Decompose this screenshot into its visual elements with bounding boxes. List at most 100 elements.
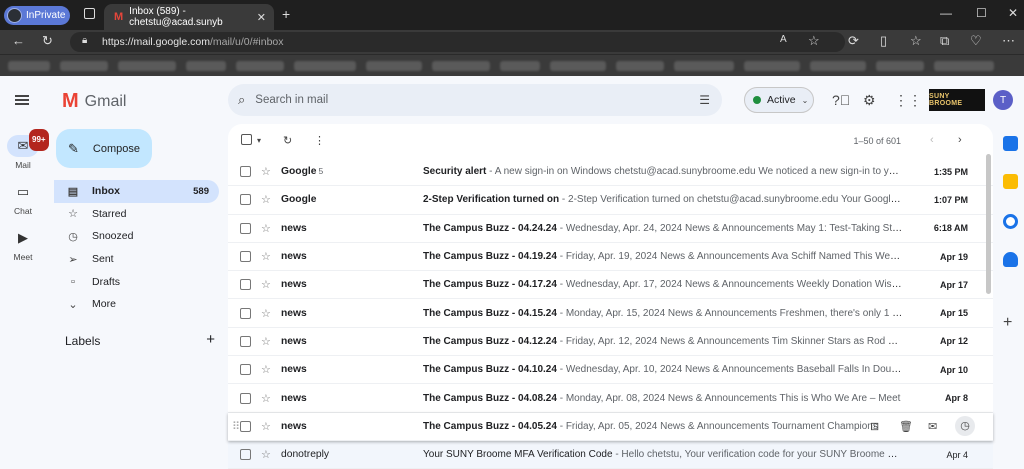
- favorite-item[interactable]: [432, 61, 490, 71]
- email-row[interactable]: ☆ news The Campus Buzz - 04.24.24 - Wednes…: [228, 214, 993, 243]
- delete-icon[interactable]: 🗑︎: [899, 420, 913, 433]
- row-checkbox[interactable]: [240, 449, 251, 461]
- nav-sent[interactable]: ➢ Sent: [54, 248, 219, 271]
- favorite-item[interactable]: [294, 61, 356, 71]
- search-bar[interactable]: ⌕ Search in mail ☰: [228, 84, 722, 116]
- more-actions-icon[interactable]: ⋮: [314, 134, 325, 147]
- lock-icon[interactable]: 🔒︎: [82, 35, 87, 46]
- email-row[interactable]: ☆ news The Campus Buzz - 04.08.24 - Monday…: [228, 384, 993, 413]
- extensions-icon[interactable]: ⟳: [848, 33, 859, 49]
- row-checkbox[interactable]: [240, 335, 251, 347]
- collections-icon[interactable]: ⧉: [940, 33, 949, 49]
- star-icon[interactable]: ☆: [261, 250, 271, 263]
- snooze-icon[interactable]: ◷: [955, 416, 975, 437]
- favorite-item[interactable]: [186, 61, 226, 71]
- nav-starred[interactable]: ☆ Starred: [54, 203, 219, 226]
- nav-more[interactable]: ⌄ More: [54, 293, 219, 316]
- archive-icon[interactable]: ⊡: [870, 420, 879, 433]
- main-menu-icon[interactable]: [15, 95, 29, 105]
- refresh-icon[interactable]: ↻: [42, 33, 53, 49]
- newer-icon[interactable]: ‹: [930, 134, 934, 146]
- row-checkbox[interactable]: [240, 166, 251, 178]
- help-icon[interactable]: ?⃝: [832, 92, 850, 108]
- email-row[interactable]: ☆ Google 2-Step Verification turned on - 2…: [228, 186, 993, 215]
- performance-icon[interactable]: ♡: [970, 33, 982, 49]
- inprivate-badge[interactable]: InPrivate: [4, 6, 70, 25]
- settings-gear-icon[interactable]: ⚙: [863, 92, 876, 109]
- row-checkbox[interactable]: [240, 222, 251, 234]
- star-icon[interactable]: ☆: [261, 278, 271, 291]
- organization-logo[interactable]: SUNY BROOME: [929, 89, 985, 111]
- favorite-item[interactable]: [366, 61, 422, 71]
- select-menu-icon[interactable]: ▾: [257, 136, 261, 145]
- url-field[interactable]: https://mail.google.com/mail/u/0/#inbox: [70, 32, 845, 52]
- account-avatar[interactable]: T: [993, 90, 1013, 110]
- row-checkbox[interactable]: [240, 364, 251, 376]
- star-icon[interactable]: ☆: [261, 420, 271, 433]
- rail-meet[interactable]: ▶ Meet: [0, 227, 46, 262]
- star-icon[interactable]: ☆: [261, 448, 271, 461]
- star-icon[interactable]: ☆: [261, 335, 271, 348]
- favorite-item[interactable]: [118, 61, 176, 71]
- split-screen-icon[interactable]: ▯: [880, 33, 887, 49]
- star-icon[interactable]: ☆: [261, 165, 271, 178]
- email-row[interactable]: ☆ news The Campus Buzz - 04.10.24 - Wednes…: [228, 356, 993, 385]
- older-icon[interactable]: ›: [958, 134, 962, 146]
- tasks-icon[interactable]: [1003, 214, 1018, 229]
- search-options-icon[interactable]: ☰: [699, 93, 710, 107]
- favorite-item[interactable]: [744, 61, 800, 71]
- email-row[interactable]: ☆ news The Campus Buzz - 04.17.24 - Wednes…: [228, 271, 993, 300]
- compose-button[interactable]: ✎ Compose: [56, 129, 152, 168]
- menu-dots-icon[interactable]: ⋯: [1002, 33, 1015, 49]
- star-icon[interactable]: ☆: [261, 307, 271, 320]
- mark-read-icon[interactable]: ✉: [928, 420, 937, 433]
- star-icon[interactable]: ☆: [261, 392, 271, 405]
- read-aloud-icon[interactable]: A: [780, 34, 787, 45]
- close-tab-icon[interactable]: ✕: [257, 11, 266, 24]
- minimize-icon[interactable]: —: [940, 6, 952, 20]
- favorite-item[interactable]: [876, 61, 924, 71]
- nav-snoozed[interactable]: ◷ Snoozed: [54, 225, 219, 248]
- nav-drafts[interactable]: ▫ Drafts: [54, 270, 219, 293]
- close-window-icon[interactable]: ✕: [1008, 6, 1018, 20]
- add-label-icon[interactable]: +: [206, 332, 215, 348]
- contacts-icon[interactable]: [1003, 252, 1018, 267]
- new-tab-icon[interactable]: +: [282, 6, 290, 22]
- star-icon[interactable]: ☆: [261, 193, 271, 206]
- favorites-icon[interactable]: ☆: [910, 33, 922, 49]
- email-row[interactable]: ☆ Google 5 Security alert - A new sign-in o…: [228, 158, 993, 187]
- email-row[interactable]: ☆ news The Campus Buzz - 04.05.24 - Friday…: [228, 412, 993, 441]
- email-row[interactable]: ☆ news The Campus Buzz - 04.12.24 - Friday…: [228, 327, 993, 357]
- row-checkbox[interactable]: [240, 279, 251, 291]
- rail-chat[interactable]: ▭ Chat: [0, 181, 46, 216]
- add-addon-icon[interactable]: +: [1003, 314, 1012, 332]
- favorite-item[interactable]: [500, 61, 540, 71]
- favorite-item[interactable]: [674, 61, 734, 71]
- back-icon[interactable]: ←: [12, 33, 25, 48]
- row-checkbox[interactable]: [240, 420, 251, 432]
- favorite-item[interactable]: [810, 61, 866, 71]
- email-row[interactable]: ☆ news The Campus Buzz - 04.15.24 - Monday…: [228, 299, 993, 328]
- row-checkbox[interactable]: [240, 392, 251, 404]
- favorite-item[interactable]: [934, 61, 994, 71]
- keep-icon[interactable]: [1003, 174, 1018, 189]
- drag-handle-icon[interactable]: ⠿: [232, 420, 240, 433]
- browser-tab-inbox[interactable]: M Inbox (589) - chetstu@acad.sunyb ✕: [104, 4, 274, 30]
- maximize-icon[interactable]: ☐: [976, 6, 987, 20]
- favorite-item[interactable]: [616, 61, 664, 71]
- nav-inbox[interactable]: ▤ Inbox 589: [54, 180, 219, 203]
- star-icon[interactable]: ☆: [261, 222, 271, 235]
- favorite-item[interactable]: [60, 61, 108, 71]
- row-checkbox[interactable]: [240, 251, 251, 263]
- email-row[interactable]: ☆ news The Campus Buzz - 04.19.24 - Friday…: [228, 242, 993, 272]
- gmail-logo[interactable]: M Gmail: [62, 90, 126, 113]
- favorite-item[interactable]: [236, 61, 284, 71]
- refresh-icon[interactable]: ↻: [283, 134, 292, 147]
- email-row[interactable]: ☆ donotreply Your SUNY Broome MFA Verifica…: [228, 440, 993, 469]
- calendar-icon[interactable]: [1003, 136, 1018, 151]
- scrollbar[interactable]: [986, 154, 991, 294]
- select-all-checkbox[interactable]: [241, 134, 252, 145]
- tab-actions-icon[interactable]: [84, 8, 95, 19]
- row-checkbox[interactable]: [240, 194, 251, 206]
- rail-mail[interactable]: ✉ 99+ Mail: [0, 129, 49, 170]
